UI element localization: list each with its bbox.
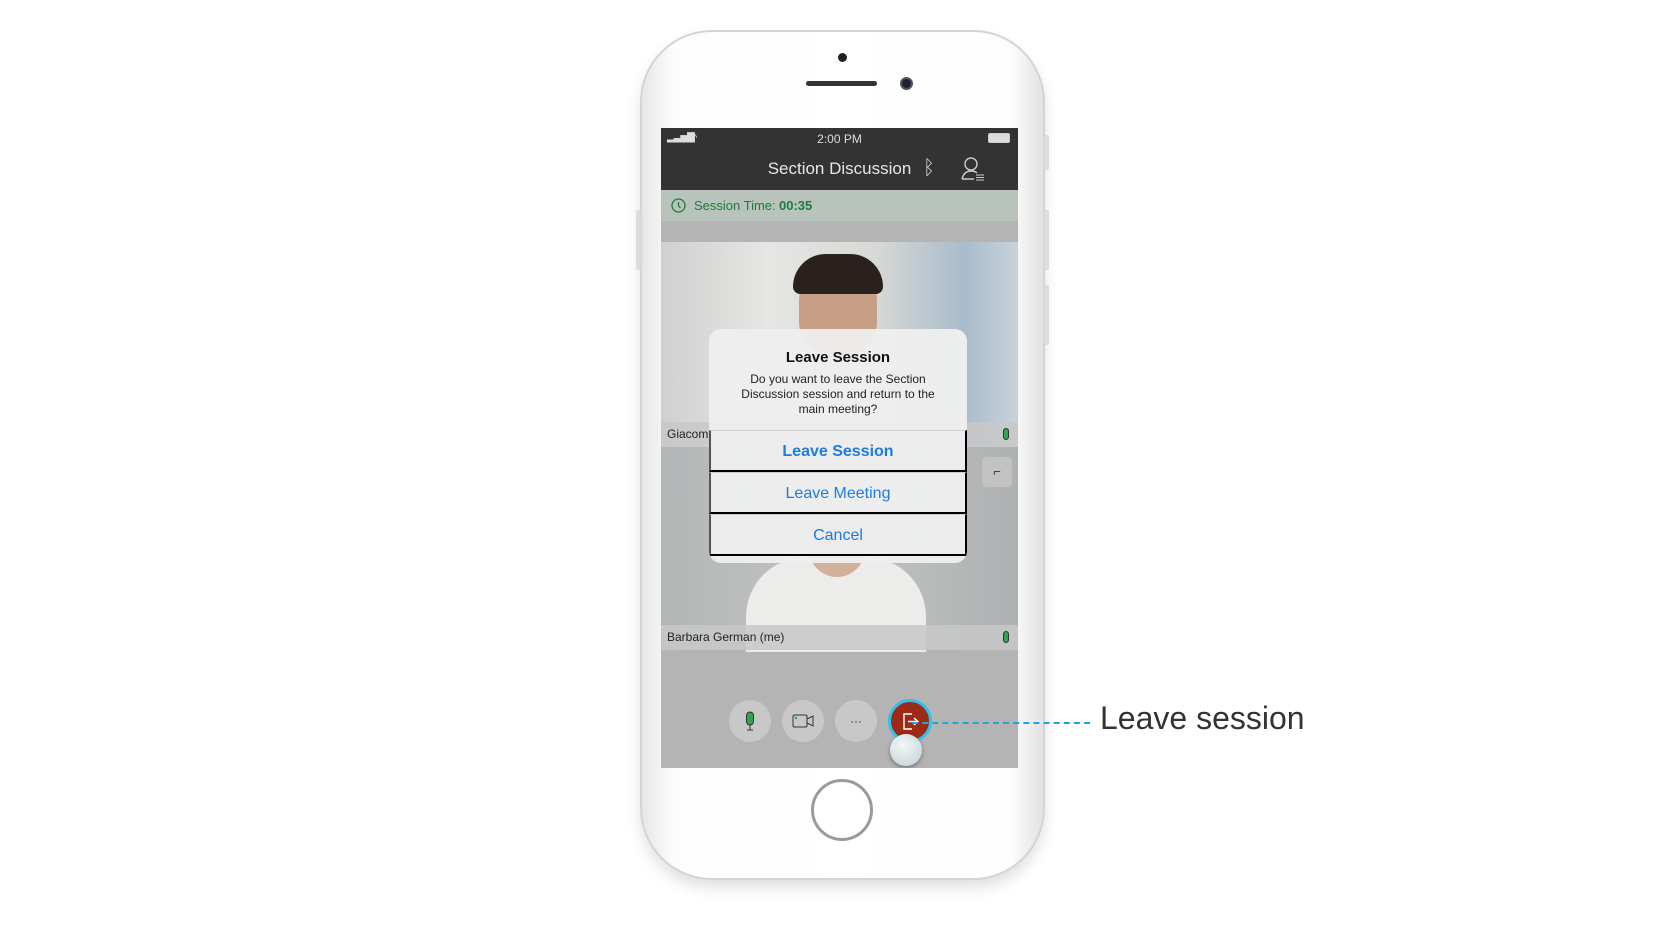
phone-screen: ▂▃▅▇ ◠ 2:00 PM Section Discussion ᛒ Sess…	[661, 128, 1018, 768]
touch-indicator	[890, 734, 922, 766]
camera-icon	[792, 714, 814, 728]
leave-session-button[interactable]: Leave Session	[709, 430, 967, 472]
microphone-icon	[1003, 428, 1009, 440]
leave-session-dialog: Leave Session Do you want to leave the S…	[709, 329, 967, 563]
mute-button[interactable]	[729, 700, 771, 742]
participant-name: Barbara German (me)	[667, 630, 785, 644]
volume-button	[636, 210, 641, 270]
front-camera-icon	[900, 77, 913, 90]
session-time-value: 00:35	[779, 198, 813, 213]
session-time-bar: Session Time: 00:35	[661, 190, 1018, 221]
status-bar: ▂▃▅▇ ◠ 2:00 PM	[661, 128, 1018, 149]
leave-meeting-button[interactable]: Leave Meeting	[709, 472, 967, 514]
participant-name: Giacom	[667, 427, 709, 441]
participant-hair	[793, 254, 883, 294]
side-button	[1044, 210, 1049, 270]
cancel-button[interactable]: Cancel	[709, 514, 967, 556]
home-button[interactable]	[811, 779, 873, 841]
callout-label: Leave session	[1100, 700, 1305, 736]
side-button	[1044, 285, 1049, 345]
leave-session-icon	[903, 713, 920, 730]
battery-icon	[988, 133, 1010, 143]
participants-icon[interactable]	[961, 156, 985, 182]
sensor-icon	[838, 53, 847, 62]
bluetooth-icon[interactable]: ᛒ	[923, 157, 935, 180]
session-time-label: Session Time:	[694, 198, 776, 213]
dialog-message: Do you want to leave the Section Discuss…	[741, 372, 935, 416]
more-button[interactable]: ···	[835, 700, 877, 742]
app-header: Section Discussion ᛒ	[661, 149, 1018, 190]
microphone-icon	[746, 711, 754, 731]
speaker-grille	[806, 81, 877, 86]
clock-icon	[671, 198, 686, 213]
minimize-icon[interactable]: ⌐	[982, 457, 1012, 487]
status-time: 2:00 PM	[817, 132, 862, 146]
participant-name-bar: Barbara German (me)	[661, 625, 1018, 650]
dialog-title: Leave Session	[785, 349, 891, 366]
more-icon: ···	[850, 714, 862, 728]
microphone-icon	[1003, 631, 1009, 643]
callout-line	[912, 722, 1090, 724]
video-button[interactable]	[782, 700, 824, 742]
mute-switch	[1044, 135, 1049, 170]
